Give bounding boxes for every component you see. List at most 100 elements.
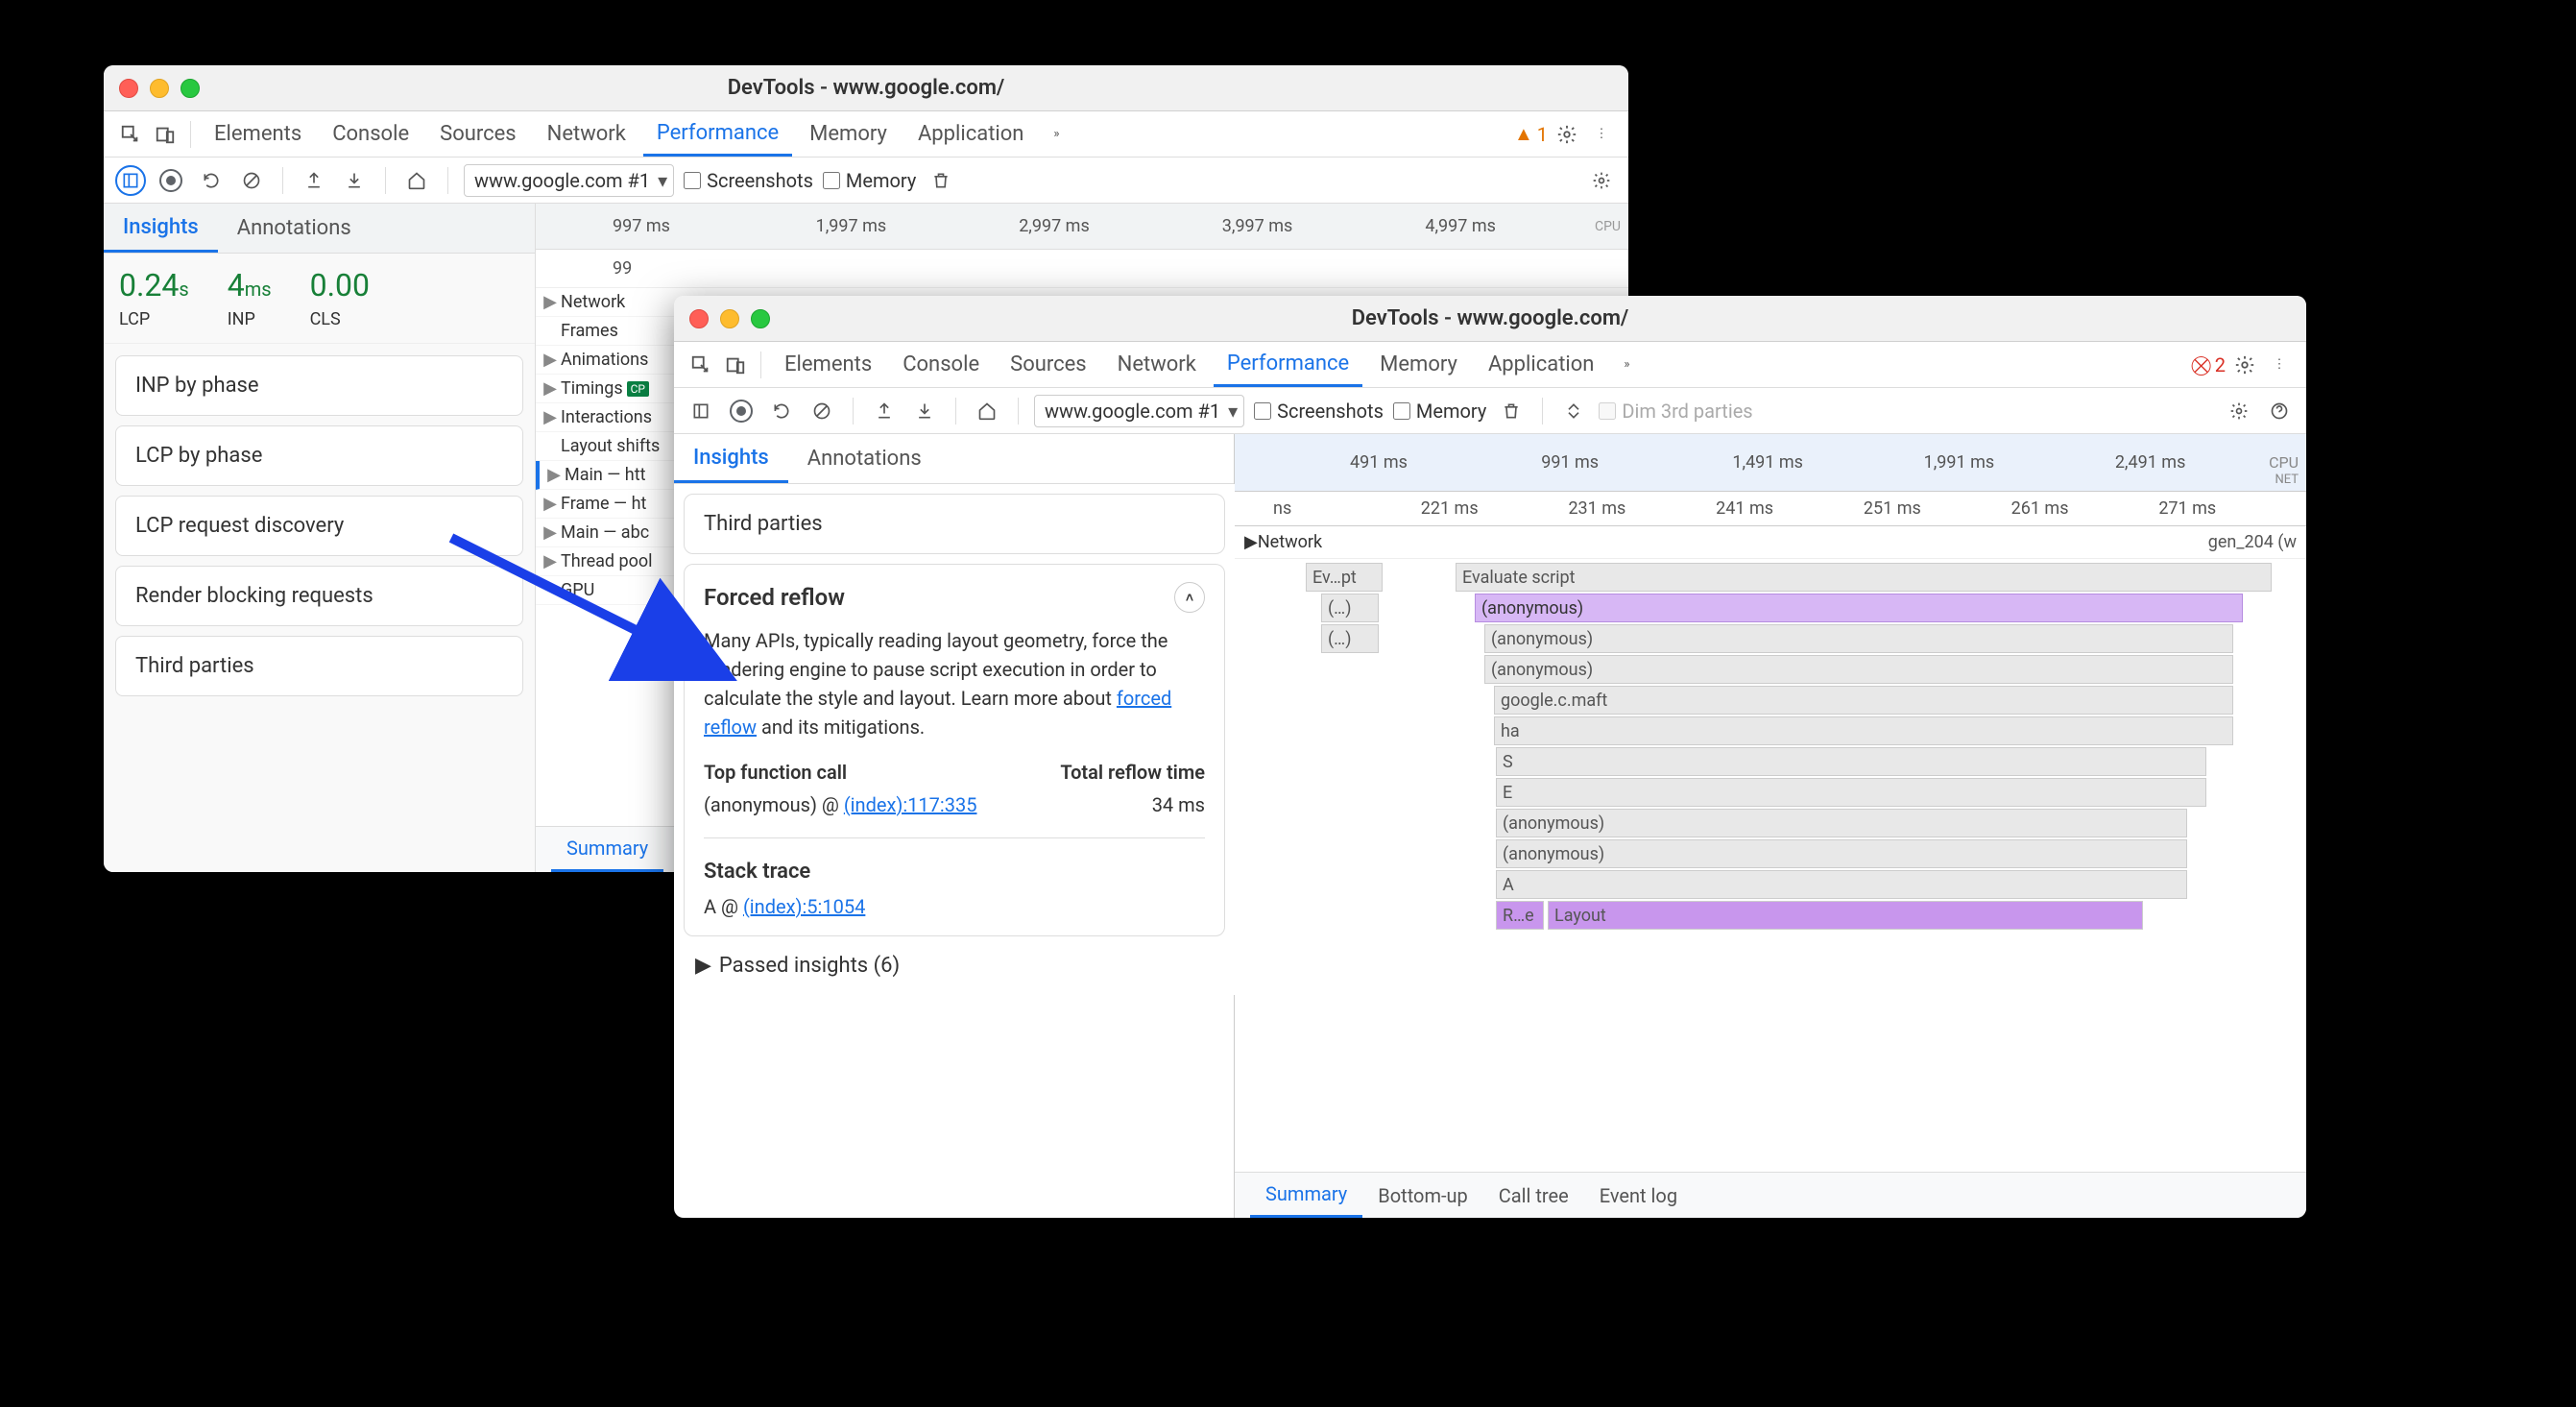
tab-network[interactable]: Network [1104, 342, 1210, 387]
settings-icon[interactable] [1586, 165, 1617, 196]
insight-inp-by-phase[interactable]: INP by phase [115, 355, 523, 416]
tab-memory[interactable]: Memory [1366, 342, 1471, 387]
insight-lcp-by-phase[interactable]: LCP by phase [115, 425, 523, 486]
warning-badge[interactable]: ▲ 1 [1514, 122, 1548, 146]
download-icon[interactable] [909, 396, 940, 426]
insight-lcp-request-discovery[interactable]: LCP request discovery [115, 496, 523, 556]
reload-icon[interactable] [766, 396, 797, 426]
memory-checkbox[interactable]: Memory [1393, 400, 1486, 423]
flame-bar[interactable]: A [1496, 870, 2187, 899]
error-badge[interactable]: ⛒ 2 [2191, 353, 2226, 376]
tab-performance[interactable]: Performance [1214, 342, 1362, 387]
bottom-tab-call-tree[interactable]: Call tree [1483, 1173, 1584, 1218]
tab-console[interactable]: Console [319, 111, 422, 157]
side-tab-insights[interactable]: Insights [674, 434, 788, 483]
memory-checkbox[interactable]: Memory [823, 169, 916, 192]
flame-bar-recalc[interactable]: R…e [1496, 901, 1544, 930]
trash-icon[interactable] [926, 165, 956, 196]
upload-icon[interactable] [299, 165, 329, 196]
record-icon[interactable] [156, 165, 186, 196]
stack-source-link[interactable]: (index):5:1054 [743, 895, 865, 918]
bottom-tab-event-log[interactable]: Event log [1584, 1173, 1693, 1218]
tab-performance[interactable]: Performance [643, 111, 792, 157]
target-dropdown[interactable]: www.google.com #1 [1034, 395, 1244, 427]
bottom-tab-summary[interactable]: Summary [1250, 1173, 1362, 1218]
trash-icon[interactable] [1496, 396, 1527, 426]
side-tab-annotations[interactable]: Annotations [788, 434, 941, 483]
flame-bar[interactable]: google.c.maft [1494, 686, 2233, 715]
kebab-icon[interactable]: ⋮ [1586, 119, 1617, 150]
kebab-icon[interactable]: ⋮ [2264, 350, 2295, 380]
passed-insights-row[interactable]: ▶ Passed insights (6) [684, 946, 1225, 985]
insight-third-parties[interactable]: Third parties [115, 636, 523, 696]
screenshots-checkbox[interactable]: Screenshots [684, 169, 813, 192]
tab-sources[interactable]: Sources [426, 111, 530, 157]
side-tab-insights[interactable]: Insights [104, 204, 218, 253]
clear-icon[interactable] [236, 165, 267, 196]
third-parties-card[interactable]: Third parties [684, 494, 1225, 554]
inspect-icon[interactable] [115, 119, 146, 150]
toggle-sidebar-icon[interactable] [686, 396, 716, 426]
insight-render-blocking[interactable]: Render blocking requests [115, 566, 523, 626]
metric-lcp[interactable]: 0.24s LCP [119, 267, 189, 329]
tab-network[interactable]: Network [534, 111, 639, 157]
more-tabs-icon[interactable]: » [1041, 119, 1071, 150]
window-title: DevTools - www.google.com/ [104, 76, 1628, 100]
tab-application[interactable]: Application [904, 111, 1037, 157]
network-track[interactable]: ▶ Network gen_204 (w [1235, 526, 2306, 559]
flame-bar[interactable]: ha [1494, 716, 2233, 745]
device-icon[interactable] [720, 350, 751, 380]
tab-console[interactable]: Console [889, 342, 993, 387]
tab-sources[interactable]: Sources [997, 342, 1100, 387]
side-tab-annotations[interactable]: Annotations [218, 204, 371, 253]
flame-bar[interactable]: (anonymous) [1484, 624, 2233, 653]
flame-bar[interactable]: (…) [1321, 624, 1379, 653]
clear-icon[interactable] [807, 396, 837, 426]
summary-tab[interactable]: Summary [551, 827, 663, 872]
tab-bar: Elements Console Sources Network Perform… [674, 342, 2306, 388]
download-icon[interactable] [339, 165, 370, 196]
inspect-icon[interactable] [686, 350, 716, 380]
flame-bar[interactable]: S [1496, 747, 2206, 776]
home-icon[interactable] [972, 396, 1002, 426]
record-icon[interactable] [726, 396, 757, 426]
gear-icon[interactable] [1552, 119, 1582, 150]
dim-3rd-parties-checkbox[interactable]: Dim 3rd parties [1599, 400, 1752, 423]
more-tabs-icon[interactable]: » [1611, 350, 1642, 380]
screenshots-checkbox[interactable]: Screenshots [1254, 400, 1384, 423]
flame-bar[interactable]: (anonymous) [1496, 809, 2187, 837]
collapse-icon[interactable] [1558, 396, 1589, 426]
tab-application[interactable]: Application [1475, 342, 1607, 387]
flame-bar[interactable]: (anonymous) [1496, 839, 2187, 868]
tab-elements[interactable]: Elements [201, 111, 315, 157]
metric-cls[interactable]: 0.00 CLS [310, 267, 370, 329]
flame-bar[interactable]: (anonymous) [1484, 655, 2233, 684]
device-icon[interactable] [150, 119, 181, 150]
cpu-label: CPU [1595, 219, 1621, 234]
flame-bar-anon[interactable]: (anonymous) [1475, 594, 2243, 622]
flame-bar[interactable]: Evaluate script [1456, 563, 2272, 592]
reload-icon[interactable] [196, 165, 227, 196]
metric-inp[interactable]: 4ms INP [228, 267, 272, 329]
flame-bar[interactable]: Ev…pt [1306, 563, 1383, 592]
flame-bar-layout[interactable]: Layout [1548, 901, 2143, 930]
control-bar: www.google.com #1 Screenshots Memory Dim… [674, 388, 2306, 434]
toggle-sidebar-icon[interactable] [115, 165, 146, 196]
bottom-tab-bottom-up[interactable]: Bottom-up [1362, 1173, 1483, 1218]
gear-icon[interactable] [2229, 350, 2260, 380]
flame-bar[interactable]: E [1496, 778, 2206, 807]
flame-bar[interactable]: (…) [1321, 594, 1379, 622]
upload-icon[interactable] [869, 396, 900, 426]
tab-memory[interactable]: Memory [796, 111, 901, 157]
target-dropdown[interactable]: www.google.com #1 [464, 164, 674, 197]
time-ruler[interactable]: ns 221 ms 231 ms 241 ms 251 ms 261 ms 27… [1235, 492, 2306, 526]
collapse-button[interactable]: ˄ [1174, 582, 1205, 613]
settings-icon[interactable] [2224, 396, 2254, 426]
home-icon[interactable] [401, 165, 432, 196]
overview-minimap[interactable]: 491 ms 991 ms 1,491 ms 1,991 ms 2,491 ms… [1235, 434, 2306, 492]
flame-body[interactable]: Ev…pt Evaluate script (…) (anonymous) (…… [1235, 559, 2306, 1172]
tab-elements[interactable]: Elements [771, 342, 885, 387]
source-link[interactable]: (index):117:335 [844, 793, 977, 816]
timeline-ruler[interactable]: 997 ms 1,997 ms 2,997 ms 3,997 ms 4,997 … [536, 204, 1628, 250]
help-icon[interactable] [2264, 396, 2295, 426]
